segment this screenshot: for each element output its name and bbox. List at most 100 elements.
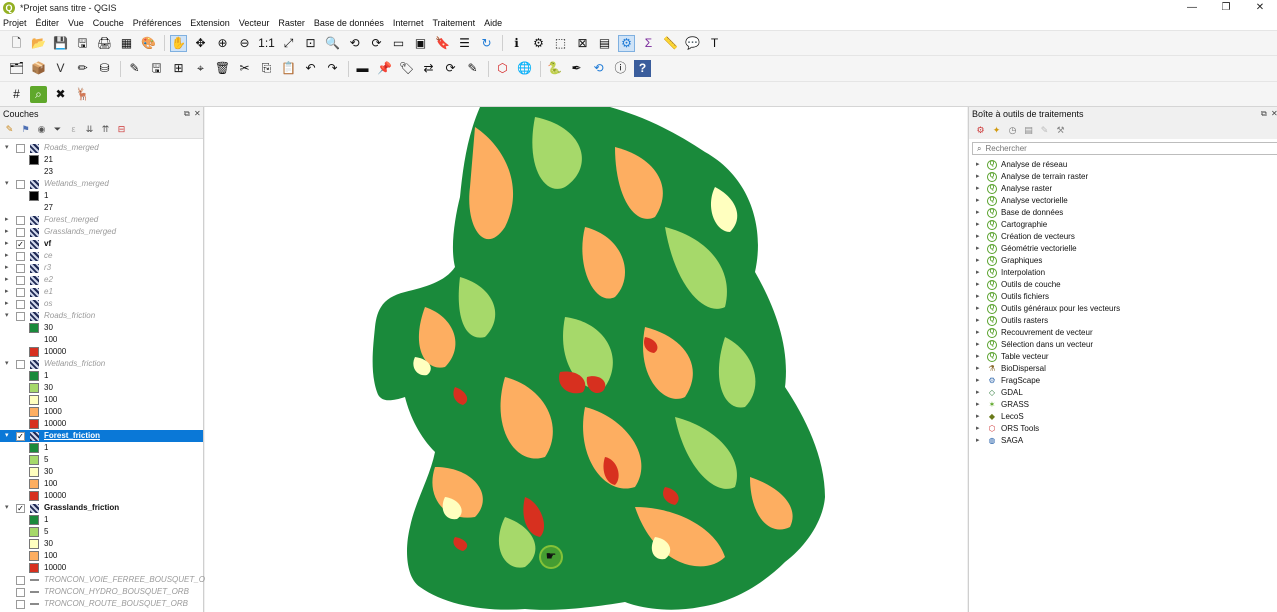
layer-row[interactable]: TRONCON_HYDRO_BOUSQUET_ORB: [0, 586, 203, 598]
python-icon[interactable]: 🐍: [546, 60, 563, 77]
layer-visibility-checkbox[interactable]: [16, 216, 25, 225]
processing-provider-item[interactable]: ▸ Q Analyse de terrain raster: [969, 171, 1277, 183]
processing-provider-item[interactable]: ▸ Q Création de vecteurs: [969, 231, 1277, 243]
legend-class-row[interactable]: 100: [0, 478, 203, 490]
legend-class-row[interactable]: 23: [0, 166, 203, 178]
chevron-right-icon[interactable]: ▸: [5, 298, 9, 310]
chevron-right-icon[interactable]: ▸: [976, 195, 980, 207]
processing-provider-item[interactable]: ▸ ◇ GDAL: [969, 387, 1277, 399]
chevron-right-icon[interactable]: ▸: [5, 250, 9, 262]
style-manager-icon[interactable]: 🎨: [140, 35, 157, 52]
node-tool-icon[interactable]: ⌖: [192, 60, 209, 77]
new-3d-view-icon[interactable]: ▣: [412, 35, 429, 52]
legend-class-row[interactable]: 1: [0, 190, 203, 202]
legend-class-row[interactable]: 5: [0, 454, 203, 466]
processing-provider-item[interactable]: ▸ ⬡ ORS Tools: [969, 423, 1277, 435]
menu-editer[interactable]: Éditer: [36, 18, 60, 28]
animal-icon[interactable]: 🦌: [74, 86, 91, 103]
bookmark-new-icon[interactable]: 🔖: [434, 35, 451, 52]
processing-provider-item[interactable]: ▸ Q Outils de couche: [969, 279, 1277, 291]
chevron-right-icon[interactable]: ▸: [976, 231, 980, 243]
chevron-down-icon[interactable]: ▾: [5, 430, 9, 442]
legend-class-row[interactable]: 27: [0, 202, 203, 214]
legend-class-row[interactable]: 10000: [0, 418, 203, 430]
attribute-table-icon[interactable]: ▤: [596, 35, 613, 52]
plugin-refresh-icon[interactable]: ⟲: [590, 60, 607, 77]
new-icon[interactable]: 🗋: [8, 35, 25, 52]
processing-provider-item[interactable]: ▸ Q Outils généraux pour les vecteurs: [969, 303, 1277, 315]
plugin-info-icon[interactable]: ⓘ: [612, 60, 629, 77]
menu-vecteur[interactable]: Vecteur: [239, 18, 270, 28]
layer-visibility-checkbox[interactable]: [16, 576, 25, 585]
processing-provider-item[interactable]: ▸ Q Interpolation: [969, 267, 1277, 279]
expand-all-icon[interactable]: ⇊: [84, 124, 95, 135]
add-group-icon[interactable]: ⚑: [20, 124, 31, 135]
layer-visibility-checkbox[interactable]: [16, 276, 25, 285]
remove-layer-icon[interactable]: ⊟: [116, 124, 127, 135]
chevron-right-icon[interactable]: ▸: [976, 279, 980, 291]
open-icon[interactable]: 📂: [30, 35, 47, 52]
menu-traitement[interactable]: Traitement: [432, 18, 475, 28]
results-icon[interactable]: ▤: [1023, 125, 1034, 136]
statistics-icon[interactable]: Σ: [640, 35, 657, 52]
chevron-down-icon[interactable]: ▾: [5, 142, 9, 154]
pan-icon[interactable]: ✋: [170, 34, 187, 52]
processing-provider-item[interactable]: ▸ Q Analyse raster: [969, 183, 1277, 195]
chevron-right-icon[interactable]: ▸: [976, 387, 980, 399]
chevron-right-icon[interactable]: ▸: [976, 255, 980, 267]
layer-row[interactable]: ▸ os: [0, 298, 203, 310]
plugin-pencil-icon[interactable]: ✒: [568, 60, 585, 77]
zoom-out-icon[interactable]: ⊖: [236, 35, 253, 52]
chevron-right-icon[interactable]: ▸: [5, 286, 9, 298]
legend-class-row[interactable]: 1: [0, 442, 203, 454]
copy-icon[interactable]: ⎘: [258, 60, 275, 77]
layer-visibility-checkbox[interactable]: [16, 588, 25, 597]
action-icon[interactable]: ⚙: [530, 35, 547, 52]
undo-icon[interactable]: ↶: [302, 60, 319, 77]
legend-class-row[interactable]: 30: [0, 538, 203, 550]
annotation-icon[interactable]: 💬: [684, 35, 701, 52]
chevron-right-icon[interactable]: ▸: [5, 262, 9, 274]
chevron-down-icon[interactable]: ▾: [5, 178, 9, 190]
zoom-next-icon[interactable]: ⟳: [368, 35, 385, 52]
legend-class-row[interactable]: 30: [0, 322, 203, 334]
layer-row[interactable]: ▾ Roads_merged: [0, 142, 203, 154]
filter-expression-icon[interactable]: ε: [68, 124, 79, 135]
new-geopackage-icon[interactable]: 📦: [30, 60, 47, 77]
layer-visibility-checkbox[interactable]: [16, 600, 25, 609]
menu-projet[interactable]: Projet: [3, 18, 27, 28]
collapse-all-icon[interactable]: ⇈: [100, 124, 111, 135]
digitize-tools-icon[interactable]: ✎: [126, 60, 143, 77]
shape-icon[interactable]: ⬡: [494, 60, 511, 77]
layer-visibility-checkbox[interactable]: ✓: [16, 504, 25, 513]
layer-row[interactable]: ▾ Roads_friction: [0, 310, 203, 322]
chevron-right-icon[interactable]: ▸: [976, 363, 980, 375]
save-edits-icon[interactable]: 🖫: [148, 60, 165, 77]
search-map-icon[interactable]: ⌕: [30, 85, 47, 103]
add-feature-icon[interactable]: ⊞: [170, 60, 187, 77]
legend-class-row[interactable]: 21: [0, 154, 203, 166]
layer-row[interactable]: ▸ e2: [0, 274, 203, 286]
processing-provider-item[interactable]: ▸ Q Graphiques: [969, 255, 1277, 267]
chevron-right-icon[interactable]: ▸: [5, 226, 9, 238]
legend-class-row[interactable]: 100: [0, 334, 203, 346]
save-as-icon[interactable]: 🖫: [74, 35, 91, 52]
processing-provider-item[interactable]: ▸ Q Analyse de réseau: [969, 159, 1277, 171]
menu-preferences[interactable]: Préférences: [133, 18, 182, 28]
menu-vue[interactable]: Vue: [68, 18, 84, 28]
close-button[interactable]: ✕: [1243, 0, 1277, 16]
layer-row[interactable]: ▸ ce: [0, 250, 203, 262]
label-rotate-icon[interactable]: ⟳: [442, 60, 459, 77]
filter-icon[interactable]: ⏷: [52, 124, 63, 135]
processing-provider-item[interactable]: ▸ Q Recouvrement de vecteur: [969, 327, 1277, 339]
zoom-selection-icon[interactable]: ⊡: [302, 35, 319, 52]
layer-row[interactable]: ▸ ✓ vf: [0, 238, 203, 250]
visibility-icon[interactable]: ◉: [36, 124, 47, 135]
chevron-right-icon[interactable]: ▸: [976, 171, 980, 183]
chevron-down-icon[interactable]: ▾: [5, 310, 9, 322]
layer-row[interactable]: ▾ ✓ Grasslands_friction: [0, 502, 203, 514]
layer-visibility-checkbox[interactable]: [16, 264, 25, 273]
layer-row[interactable]: ▾ Wetlands_friction: [0, 358, 203, 370]
toolbox-icon[interactable]: ⚙: [618, 34, 635, 52]
layer-visibility-checkbox[interactable]: [16, 360, 25, 369]
